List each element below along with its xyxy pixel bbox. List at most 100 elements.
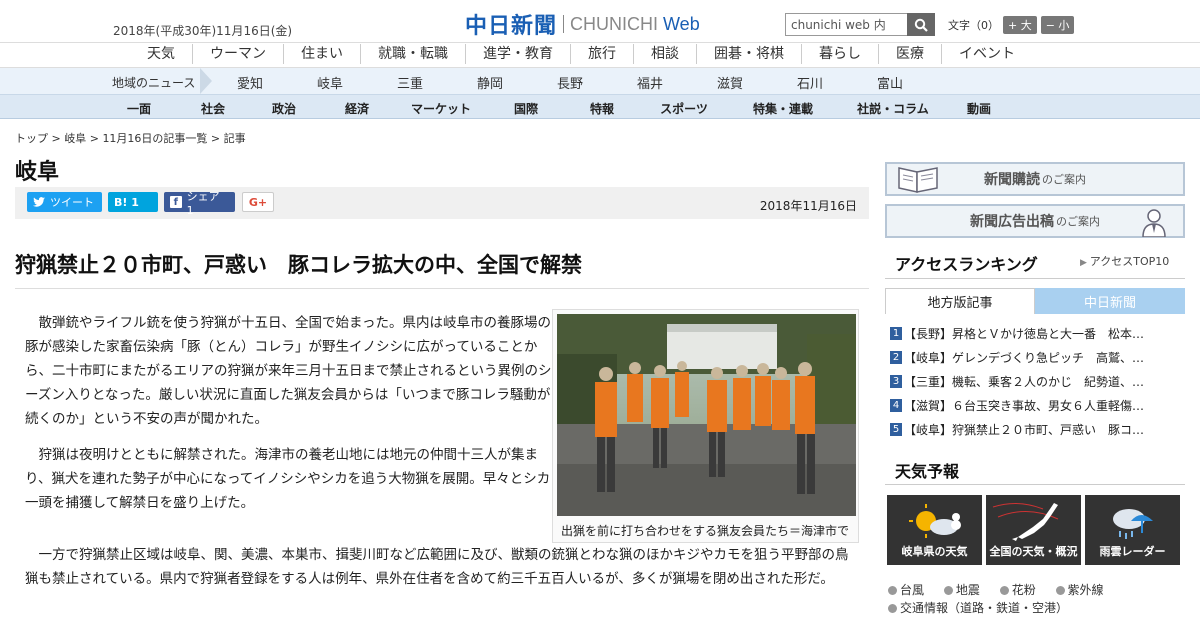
weather-link-typhoon[interactable]: 台風 xyxy=(888,583,932,597)
hunters-photo[interactable] xyxy=(557,314,856,516)
cat-item[interactable]: 旅行 xyxy=(570,44,633,64)
cat-item[interactable]: 相談 xyxy=(633,44,696,64)
bullet-icon xyxy=(888,604,897,613)
article-headline: 狩猟禁止２０市町、戸惑い 豚コレラ拡大の中、全国で解禁 xyxy=(15,253,582,277)
photo-caption: 出猟を前に打ち合わせをする猟友会員たち＝海津市で xyxy=(561,524,850,538)
chevron-right-icon: ▶ xyxy=(1080,258,1090,268)
region-item[interactable]: 富山 xyxy=(850,73,930,92)
region-item[interactable]: 愛知 xyxy=(210,73,290,92)
weather-national-button[interactable]: 全国の天気・概況 xyxy=(986,495,1081,565)
bullet-icon xyxy=(888,586,897,595)
facebook-icon: f xyxy=(170,196,182,208)
font-larger-button[interactable]: + 大 xyxy=(1003,16,1037,34)
ranking-link-label: アクセスTOP10 xyxy=(1089,255,1170,268)
breadcrumb-gifu[interactable]: 岐阜 xyxy=(64,132,86,145)
weather-gifu-label: 岐阜県の天気 xyxy=(901,545,968,558)
section-item[interactable]: 国際 xyxy=(488,100,564,117)
ranking-item[interactable]: 1 【長野】昇格とＶかけ徳島と大一番 松本… xyxy=(890,321,1180,345)
bullet-icon xyxy=(943,586,953,595)
article-body: 散弾銃やライフル銃を使う狩猟が十五日、全国で始まった。県内は岐阜市の養豚場の豚が… xyxy=(25,311,555,527)
twitter-icon xyxy=(33,197,45,207)
breadcrumb: トップ > 岐阜 > 11月16日の記事一覧 > 記事 xyxy=(15,132,246,145)
ranking-item[interactable]: 3 【三重】機転、乗客２人のかじ 紀勢道、… xyxy=(890,369,1180,393)
newspaper-icon xyxy=(898,167,938,193)
section-item[interactable]: 社説・コラム xyxy=(838,100,948,117)
logo-separator xyxy=(563,15,565,33)
subscribe-label: 新聞購読 xyxy=(984,172,1040,188)
region-item[interactable]: 石川 xyxy=(770,73,850,92)
ranking-top10-link[interactable]: ▶ アクセスTOP10 xyxy=(1080,253,1169,269)
ranking-number: 4 xyxy=(890,398,902,412)
weather-link-pollen[interactable]: 花粉 xyxy=(999,583,1044,597)
section-title: 岐阜 xyxy=(15,160,60,185)
cat-item[interactable]: 囲碁・将棋 xyxy=(696,44,801,64)
section-item[interactable]: スポーツ xyxy=(640,100,728,117)
subscribe-banner[interactable]: 新聞購読 のご案内 xyxy=(885,162,1185,196)
tweet-label: ツイート xyxy=(50,196,94,209)
cat-item[interactable]: 暮らし xyxy=(801,44,878,64)
ranking-text: 【長野】昇格とＶかけ徳島と大一番 松本… xyxy=(904,326,1145,341)
weather-gifu-button[interactable]: 岐阜県の天気 xyxy=(887,495,982,565)
advertise-banner[interactable]: 新聞広告出稿 のご案内 xyxy=(885,204,1185,238)
section-item[interactable]: 経済 xyxy=(320,100,394,117)
cat-item[interactable]: 医療 xyxy=(878,44,941,64)
region-item[interactable]: 長野 xyxy=(530,73,610,92)
search-input[interactable] xyxy=(785,13,907,36)
article-photo: 出猟を前に打ち合わせをする猟友会員たち＝海津市で xyxy=(552,309,859,543)
breadcrumb-list[interactable]: 11月16日の記事一覧 xyxy=(102,132,207,145)
tab-regional[interactable]: 地方版記事 xyxy=(885,288,1035,314)
section-item[interactable]: 特集・連載 xyxy=(728,100,838,117)
region-item[interactable]: 三重 xyxy=(370,73,450,92)
region-nav: 地域のニュース 愛知 岐阜 三重 静岡 長野 福井 滋賀 石川 富山 xyxy=(0,68,1200,95)
logo-web: Web xyxy=(663,13,700,34)
cat-item[interactable]: 住まい xyxy=(283,44,360,64)
article-body-continued: 一方で狩猟禁止区域は岐阜、関、美濃、本巣市、揖斐川町など広範囲に及び、獣類の銃猟… xyxy=(25,543,855,603)
weather-link-label: 台風 xyxy=(900,583,925,597)
umbrella-cloud-icon xyxy=(1113,509,1153,539)
ranking-text: 【三重】機転、乗客２人のかじ 紀勢道、… xyxy=(904,374,1145,389)
section-item[interactable]: 社会 xyxy=(178,100,248,117)
ranking-divider xyxy=(885,278,1185,279)
section-item[interactable]: 動画 xyxy=(948,100,1010,117)
ranking-number: 1 xyxy=(890,326,902,340)
advertise-small: のご案内 xyxy=(1056,215,1100,228)
rain-radar-button[interactable]: 雨雲レーダー xyxy=(1085,495,1180,565)
cat-item[interactable]: 進学・教育 xyxy=(465,44,570,64)
weather-link-label: 交通情報（道路・鉄道・空港） xyxy=(900,601,1069,615)
region-item[interactable]: 福井 xyxy=(610,73,690,92)
section-item[interactable]: マーケット xyxy=(394,100,488,117)
ranking-item[interactable]: 2 【岐阜】ゲレンデづくり急ピッチ 高鷲、… xyxy=(890,345,1180,369)
cat-item[interactable]: 就職・転職 xyxy=(360,44,465,64)
google-plus-button[interactable]: G+ xyxy=(242,192,274,212)
breadcrumb-top[interactable]: トップ xyxy=(15,132,48,145)
weather-link-traffic[interactable]: 交通情報（道路・鉄道・空港） xyxy=(888,601,1076,615)
ranking-item[interactable]: 4 【滋賀】６台玉突き事故、男女６人重軽傷… xyxy=(890,393,1180,417)
section-item[interactable]: 一面 xyxy=(100,100,178,117)
article-paragraph: 散弾銃やライフル銃を使う狩猟が十五日、全国で始まった。県内は岐阜市の養豚場の豚が… xyxy=(25,315,552,427)
section-item[interactable]: 特報 xyxy=(564,100,640,117)
cat-item[interactable]: 天気 xyxy=(130,44,192,64)
region-item[interactable]: 岐阜 xyxy=(290,73,370,92)
ranking-item[interactable]: 5 【岐阜】狩猟禁止２０市町、戸惑い 豚コ… xyxy=(890,417,1180,441)
category-nav: 天気 ウーマン 住まい 就職・転職 進学・教育 旅行 相談 囲碁・将棋 暮らし … xyxy=(0,43,1200,68)
font-smaller-button[interactable]: − 小 xyxy=(1040,16,1075,34)
bullet-icon xyxy=(1055,586,1065,595)
search-button[interactable] xyxy=(907,13,935,36)
hatena-button[interactable]: B! 1 xyxy=(108,192,158,212)
cat-item[interactable]: イベント xyxy=(941,44,1032,64)
region-item[interactable]: 静岡 xyxy=(450,73,530,92)
font-size-control: 文字（0） + 大 − 小 xyxy=(948,16,1075,34)
tab-chunichi[interactable]: 中日新聞 xyxy=(1035,288,1185,314)
region-nav-label[interactable]: 地域のニュース xyxy=(112,74,195,91)
weather-link-earthquake[interactable]: 地震 xyxy=(943,583,988,597)
tweet-button[interactable]: ツイート xyxy=(27,192,102,212)
section-item[interactable]: 政治 xyxy=(248,100,320,117)
site-logo[interactable]: 中日新聞 CHUNICHI Web xyxy=(465,8,700,40)
search-box xyxy=(785,13,935,36)
region-item[interactable]: 滋賀 xyxy=(690,73,770,92)
bullet-icon xyxy=(999,586,1009,595)
facebook-share-button[interactable]: f シェア 1 xyxy=(164,190,235,217)
weather-link-uv[interactable]: 紫外線 xyxy=(1055,583,1112,597)
weather-links: 台風 地震 花粉 紫外線 交通情報（道路・鉄道・空港） xyxy=(888,581,1120,617)
cat-item[interactable]: ウーマン xyxy=(192,44,283,64)
